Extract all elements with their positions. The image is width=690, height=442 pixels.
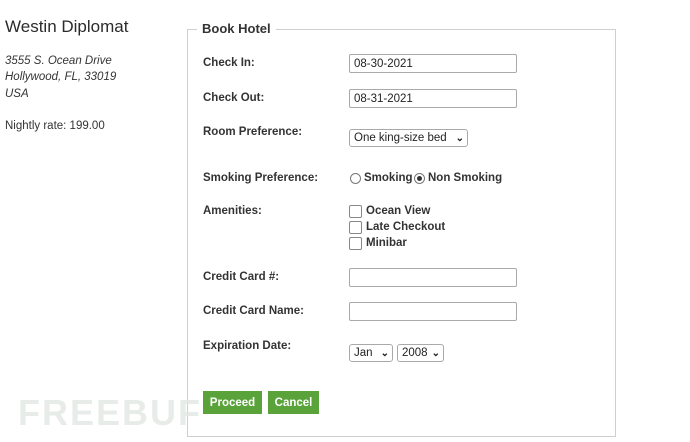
booking-legend: Book Hotel	[197, 21, 276, 36]
credit-card-number-label: Credit Card #:	[203, 271, 280, 283]
expiration-year-value: 2008	[402, 347, 428, 359]
check-out-input[interactable]	[349, 89, 517, 108]
non-smoking-radio-label: Non Smoking	[428, 172, 503, 184]
expiration-month-select[interactable]: Jan ⌄	[349, 344, 393, 362]
non-smoking-radio[interactable]	[414, 173, 425, 184]
chevron-down-icon: ⌄	[455, 132, 464, 144]
hotel-name: Westin Diplomat	[5, 17, 129, 36]
room-preference-select[interactable]: One king-size bed ⌄	[349, 129, 468, 147]
ocean-view-checkbox[interactable]	[349, 205, 362, 218]
chevron-down-icon: ⌄	[380, 347, 389, 359]
minibar-label: Minibar	[366, 237, 407, 249]
hotel-address-line-3: USA	[5, 88, 29, 100]
check-out-label: Check Out:	[203, 92, 265, 104]
chevron-down-icon: ⌄	[431, 347, 440, 359]
hotel-address-line-2: Hollywood, FL, 33019	[5, 71, 117, 83]
minibar-checkbox[interactable]	[349, 237, 362, 250]
nightly-rate: Nightly rate: 199.00	[5, 120, 105, 132]
room-preference-value: One king-size bed	[354, 132, 447, 144]
expiration-month-value: Jan	[354, 347, 373, 359]
check-in-input[interactable]	[349, 54, 517, 73]
expiration-date-label: Expiration Date:	[203, 340, 292, 352]
freebuf-watermark: FREEBUF	[18, 392, 202, 433]
room-preference-label: Room Preference:	[203, 126, 303, 138]
credit-card-name-label: Credit Card Name:	[203, 305, 304, 317]
credit-card-name-input[interactable]	[349, 302, 517, 321]
late-checkout-checkbox[interactable]	[349, 221, 362, 234]
hotel-address-line-1: 3555 S. Ocean Drive	[5, 55, 112, 67]
amenities-label: Amenities:	[203, 205, 262, 217]
expiration-year-select[interactable]: 2008 ⌄	[397, 344, 444, 362]
cancel-button[interactable]: Cancel	[268, 391, 319, 414]
credit-card-number-input[interactable]	[349, 268, 517, 287]
smoking-radio-label: Smoking	[364, 172, 413, 184]
check-in-label: Check In:	[203, 57, 255, 69]
smoking-radio[interactable]	[350, 173, 361, 184]
smoking-preference-label: Smoking Preference:	[203, 172, 319, 184]
late-checkout-label: Late Checkout	[366, 221, 446, 233]
proceed-button[interactable]: Proceed	[203, 391, 262, 414]
ocean-view-label: Ocean View	[366, 205, 431, 217]
